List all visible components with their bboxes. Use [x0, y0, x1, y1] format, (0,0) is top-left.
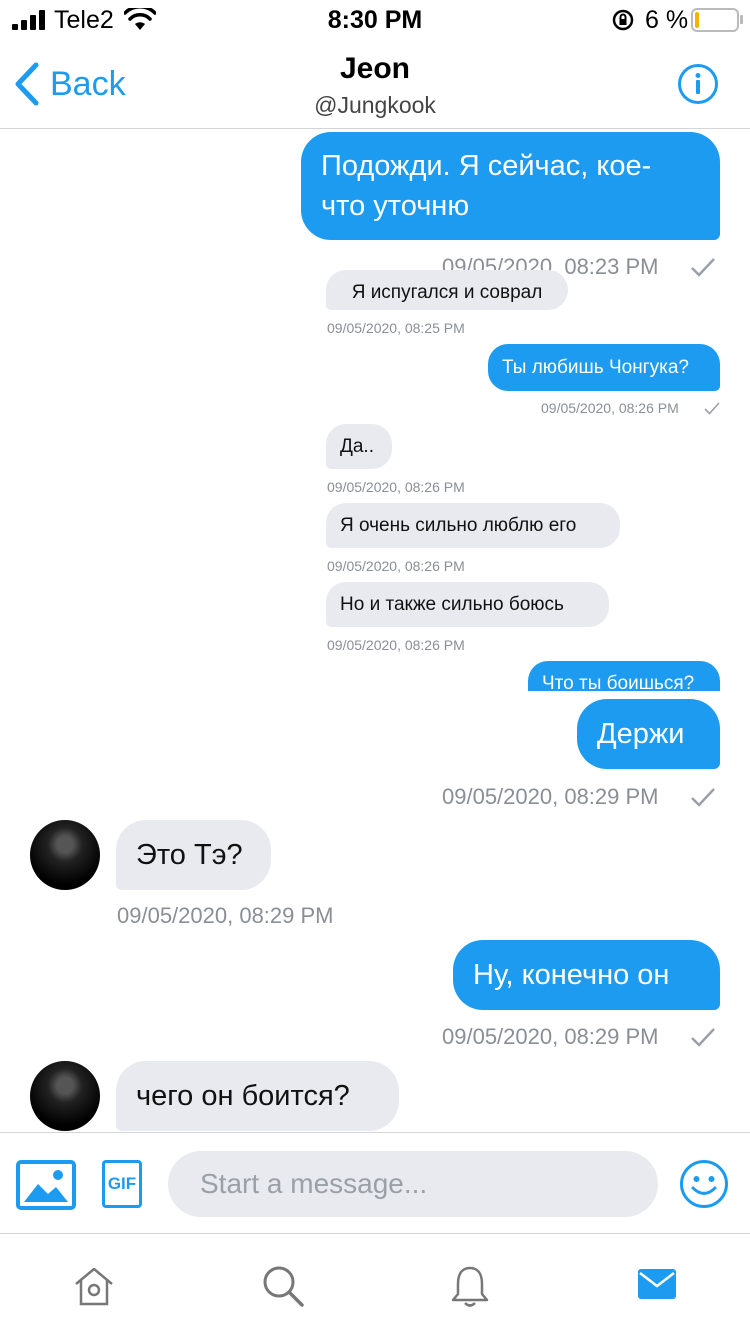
avatar[interactable] [30, 820, 100, 890]
message-timestamp: 09/05/2020, 08:29 PM [442, 784, 659, 809]
wifi-icon [124, 8, 156, 30]
message-bubble-incoming[interactable]: Я очень сильно люблю его [326, 503, 620, 548]
battery-percent: 6 % [645, 6, 689, 34]
message-text: Ну, конечно он [473, 959, 670, 991]
battery-nub [740, 15, 743, 24]
signal-icon [12, 10, 45, 30]
rotation-lock-icon [612, 9, 634, 31]
message-bubble-incoming[interactable]: Это Тэ? [116, 820, 271, 890]
sent-check-icon [691, 788, 715, 807]
bell-icon[interactable] [448, 1264, 492, 1308]
emoji-icon[interactable] [679, 1159, 729, 1209]
message-bubble-outgoing[interactable]: Держи [577, 699, 720, 769]
message-text: Подожди. Я сейчас, кое- что уточню [321, 150, 652, 222]
message-timestamp: 09/05/2020, 08:26 PM [327, 637, 465, 653]
battery-icon [691, 8, 739, 32]
search-icon[interactable] [261, 1264, 305, 1308]
message-bubble-incoming[interactable]: чего он боится? [116, 1061, 399, 1131]
message-text: Я очень сильно люблю его [340, 514, 577, 536]
message-text: Держи [597, 718, 685, 750]
info-icon[interactable] [677, 63, 719, 105]
message-bubble-outgoing[interactable]: Подожди. Я сейчас, кое- что уточню [301, 132, 720, 240]
message-timestamp: 09/05/2020, 08:26 PM [327, 558, 465, 574]
message-text: Ты любишь Чонгука? [502, 356, 689, 378]
mail-icon[interactable] [637, 1264, 677, 1304]
message-input[interactable] [168, 1151, 658, 1217]
message-bubble-incoming[interactable]: Но и также сильно боюсь [326, 582, 609, 627]
message-text: Это Тэ? [136, 839, 243, 871]
message-bubble-incoming[interactable]: Да.. [326, 424, 392, 469]
gif-button[interactable]: GIF [102, 1160, 142, 1208]
message-bubble-outgoing[interactable]: Ты любишь Чонгука? [488, 344, 720, 391]
status-bar: Tele2 8:30 PM 6 % [0, 0, 750, 40]
sent-check-icon [691, 258, 715, 277]
message-text: Я испугался и соврал [351, 282, 543, 303]
sent-check-icon [691, 1028, 715, 1047]
message-text: Да.. [340, 435, 374, 457]
home-icon[interactable] [72, 1264, 116, 1308]
message-bubble-outgoing[interactable]: Ну, конечно он [453, 940, 720, 1010]
message-text: Что ты боишься? [542, 673, 695, 691]
message-composer: GIF [0, 1132, 750, 1234]
image-icon[interactable] [16, 1160, 76, 1210]
carrier-label: Tele2 [54, 6, 114, 34]
message-timestamp: 09/05/2020, 08:26 PM [327, 479, 465, 495]
message-bubble-incoming[interactable]: Я испугался и соврал [326, 270, 568, 310]
message-bubble-outgoing[interactable]: Что ты боишься? [528, 661, 720, 691]
tab-bar [0, 1234, 750, 1334]
message-text: чего он боится? [136, 1080, 350, 1112]
conversation-header: Back Jeon @Jungkook [0, 40, 750, 129]
message-text: Но и также сильно боюсь [340, 593, 564, 615]
message-timestamp: 09/05/2020, 08:29 PM [442, 1024, 659, 1049]
avatar[interactable] [30, 1061, 100, 1131]
message-timestamp: 09/05/2020, 08:25 PM [327, 320, 465, 336]
sent-check-icon [704, 402, 720, 415]
message-list[interactable]: Подожди. Я сейчас, кое- что уточню 09/05… [0, 130, 750, 1132]
conversation-title: Jeon [339, 52, 411, 85]
message-timestamp: 09/05/2020, 08:29 PM [117, 903, 334, 928]
message-timestamp: 09/05/2020, 08:26 PM [541, 400, 679, 416]
conversation-handle: @Jungkook [314, 92, 436, 118]
